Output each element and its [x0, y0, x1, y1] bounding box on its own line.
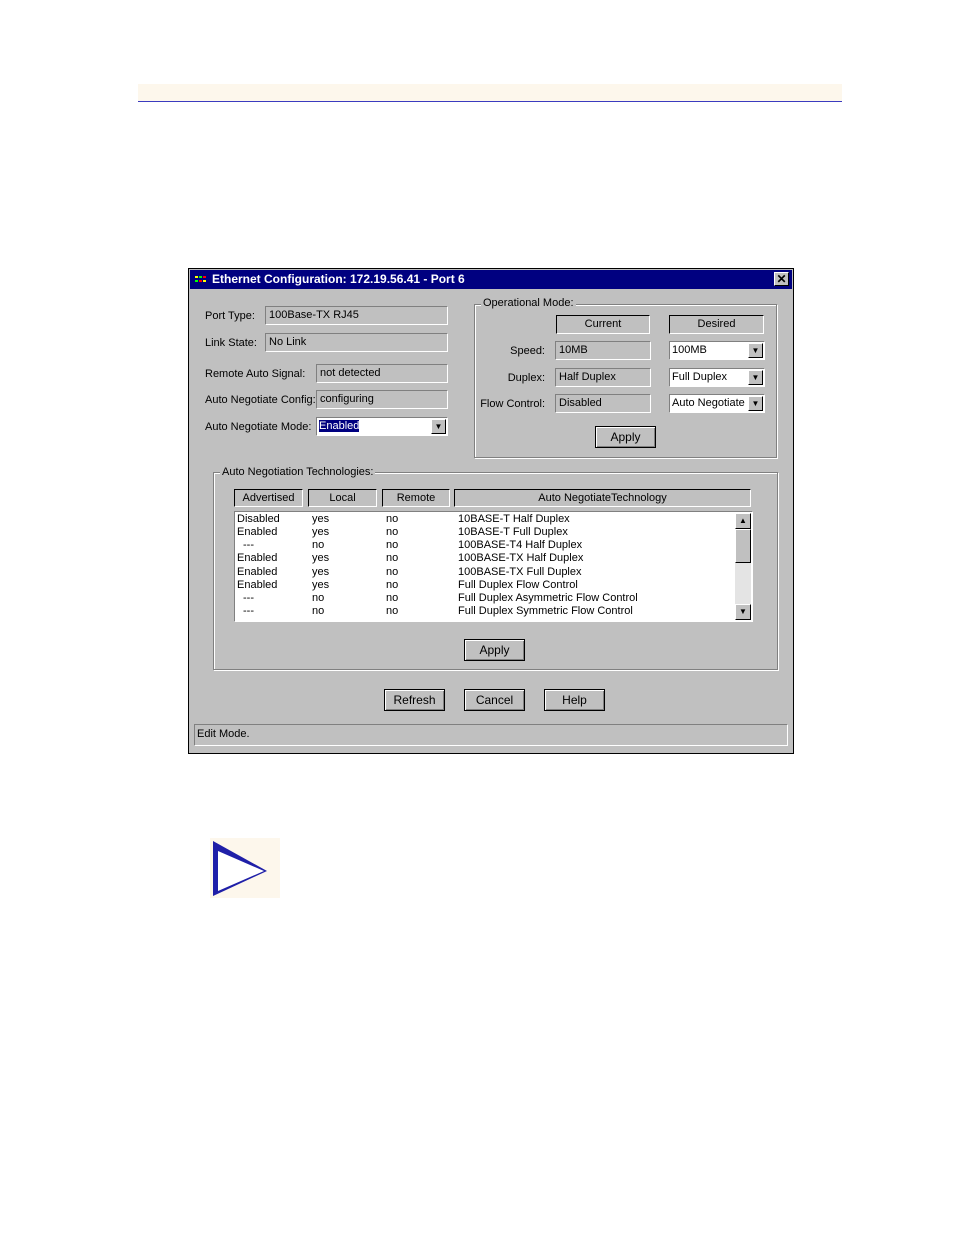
remote-cell: no	[386, 539, 399, 551]
close-button[interactable]: ✕	[774, 272, 789, 286]
note-arrow-icon	[210, 838, 280, 898]
list-item[interactable]: Disabled yes no 10BASE-T Half Duplex	[235, 513, 735, 526]
duplex-label: Duplex:	[507, 372, 545, 384]
technology-cell: Full Duplex Asymmetric Flow Control	[458, 592, 638, 604]
flow-control-desired-value: Auto Negotiate	[672, 397, 745, 409]
advertised-cell: Enabled	[237, 579, 278, 591]
list-scrollbar[interactable]: ▲ ▼	[735, 513, 751, 620]
advertised-cell: ---	[243, 605, 254, 617]
speed-desired-select[interactable]: 100MB ▼	[669, 341, 765, 360]
technology-cell: 100BASE-T4 Half Duplex	[458, 539, 583, 551]
chevron-down-icon[interactable]: ▼	[748, 396, 763, 411]
technology-list[interactable]: Disabled yes no 10BASE-T Half Duplex Ena…	[234, 511, 753, 622]
scroll-thumb[interactable]	[735, 529, 751, 563]
auto-negotiation-title: Auto Negotiation Technologies:	[220, 466, 376, 479]
auto-negotiate-config-label: Auto Negotiate Config:	[205, 394, 316, 406]
operational-apply-button[interactable]: Apply	[595, 426, 656, 448]
technologies-apply-button[interactable]: Apply	[464, 639, 525, 661]
advertised-cell: Enabled	[237, 526, 278, 538]
technology-cell: 10BASE-T Half Duplex	[458, 513, 570, 525]
page-header-rule	[138, 84, 842, 102]
remote-cell: no	[386, 513, 399, 525]
link-state-label: Link State:	[205, 337, 257, 349]
duplex-desired-select[interactable]: Full Duplex ▼	[669, 368, 765, 387]
remote-cell: no	[386, 552, 399, 564]
technology-cell: Full Duplex Symmetric Flow Control	[458, 605, 633, 617]
local-cell: yes	[312, 579, 330, 591]
port-type-label: Port Type:	[205, 310, 255, 322]
list-item[interactable]: --- no no Full Duplex Symmetric Flow Con…	[235, 605, 735, 618]
remote-cell: no	[386, 579, 399, 591]
advertised-cell: Enabled	[237, 566, 278, 578]
auto-negotiate-mode-label: Auto Negotiate Mode:	[205, 421, 312, 433]
speed-label: Speed:	[510, 345, 545, 357]
status-bar: Edit Mode.	[194, 724, 788, 746]
column-header-remote[interactable]: Remote	[382, 489, 450, 507]
port-type-field: 100Base-TX RJ45	[265, 306, 448, 325]
advertised-cell: ---	[243, 592, 254, 604]
local-cell: no	[312, 592, 325, 604]
current-column-header: Current	[556, 315, 650, 334]
remote-cell: no	[386, 526, 399, 538]
help-button[interactable]: Help	[544, 689, 605, 711]
column-header-technology[interactable]: Auto NegotiateTechnology	[454, 489, 751, 507]
chevron-down-icon[interactable]: ▼	[431, 419, 446, 434]
title-bar[interactable]: Ethernet Configuration: 172.19.56.41 - P…	[190, 270, 792, 289]
ethernet-config-dialog: Ethernet Configuration: 172.19.56.41 - P…	[188, 268, 794, 754]
technology-cell: 100BASE-TX Full Duplex	[458, 566, 582, 578]
auto-negotiate-mode-value: Enabled	[317, 419, 361, 433]
desired-column-header: Desired	[669, 315, 764, 334]
list-item[interactable]: Enabled yes no 100BASE-TX Half Duplex	[235, 552, 735, 565]
technology-cell: 10BASE-T Full Duplex	[458, 526, 568, 538]
operational-mode-title: Operational Mode:	[481, 297, 576, 310]
flow-control-desired-select[interactable]: Auto Negotiate ▼	[669, 394, 765, 413]
flow-control-current-field: Disabled	[555, 394, 651, 413]
chevron-down-icon[interactable]: ▼	[748, 370, 763, 385]
advertised-cell: Enabled	[237, 552, 278, 564]
column-header-advertised[interactable]: Advertised	[234, 489, 303, 507]
list-item[interactable]: Enabled yes no 100BASE-TX Full Duplex	[235, 566, 735, 579]
close-icon: ✕	[776, 272, 787, 286]
scroll-down-icon[interactable]: ▼	[735, 604, 751, 620]
flow-control-label: Flow Control:	[480, 398, 545, 410]
scroll-up-icon[interactable]: ▲	[735, 513, 751, 529]
list-item[interactable]: --- no no Full Duplex Asymmetric Flow Co…	[235, 592, 735, 605]
list-item[interactable]: Enabled yes no Full Duplex Flow Control	[235, 579, 735, 592]
duplex-desired-value: Full Duplex	[672, 371, 728, 383]
list-item[interactable]: --- no no 100BASE-T4 Half Duplex	[235, 539, 735, 552]
remote-cell: no	[386, 592, 399, 604]
advertised-cell: ---	[243, 539, 254, 551]
technology-cell: Full Duplex Flow Control	[458, 579, 578, 591]
local-cell: yes	[312, 552, 330, 564]
duplex-current-field: Half Duplex	[555, 368, 651, 387]
link-state-field: No Link	[265, 333, 448, 352]
column-header-local[interactable]: Local	[308, 489, 377, 507]
chevron-down-icon[interactable]: ▼	[748, 343, 763, 358]
local-cell: yes	[312, 526, 330, 538]
speed-current-field: 10MB	[555, 341, 651, 360]
auto-negotiate-mode-select[interactable]: Enabled ▼	[316, 417, 448, 436]
advertised-cell: Disabled	[237, 513, 280, 525]
cancel-button[interactable]: Cancel	[464, 689, 525, 711]
technology-cell: 100BASE-TX Half Duplex	[458, 552, 584, 564]
auto-negotiate-config-field: configuring	[316, 390, 448, 409]
remote-auto-signal-label: Remote Auto Signal:	[205, 368, 306, 380]
remote-auto-signal-field: not detected	[316, 364, 448, 383]
local-cell: no	[312, 605, 325, 617]
local-cell: no	[312, 539, 325, 551]
speed-desired-value: 100MB	[672, 344, 707, 356]
dialog-title: Ethernet Configuration: 172.19.56.41 - P…	[212, 272, 465, 286]
refresh-button[interactable]: Refresh	[384, 689, 445, 711]
remote-cell: no	[386, 605, 399, 617]
local-cell: yes	[312, 566, 330, 578]
app-icon	[195, 276, 206, 282]
list-item[interactable]: Enabled yes no 10BASE-T Full Duplex	[235, 526, 735, 539]
remote-cell: no	[386, 566, 399, 578]
local-cell: yes	[312, 513, 330, 525]
